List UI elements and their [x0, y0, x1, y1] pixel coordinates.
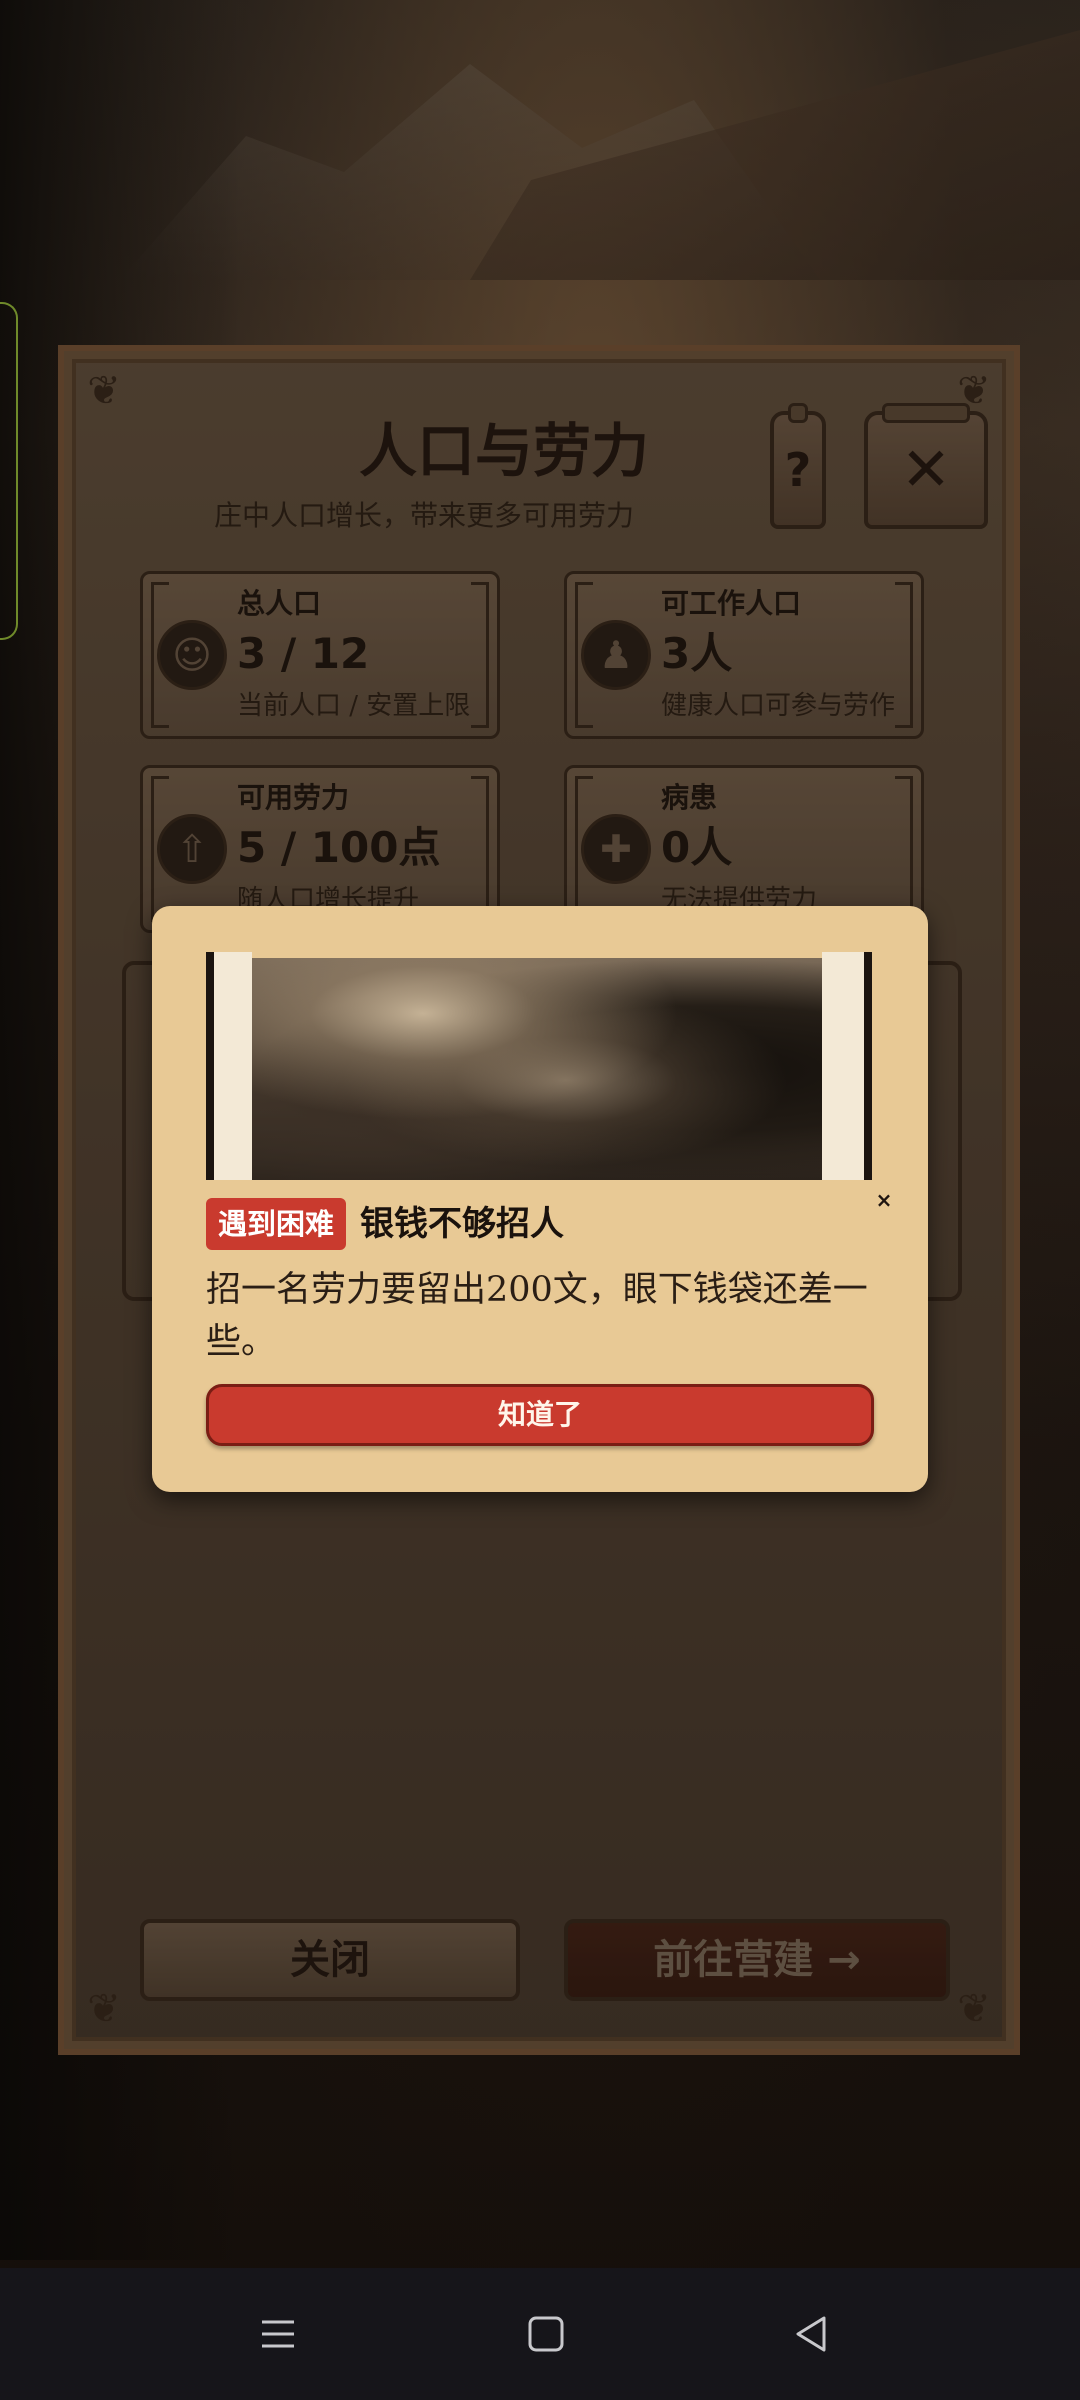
trouble-dialog: × 遇到困难 银钱不够招人 招一名劳力要留出200文，眼下钱袋还差一些。 知道了 [152, 906, 928, 1492]
trouble-badge: 遇到困难 [206, 1198, 346, 1250]
dialog-title: 银钱不够招人 [360, 1204, 564, 1244]
side-edge-tab[interactable] [0, 302, 18, 640]
scroll-paper [214, 952, 252, 1180]
scroll-rod [864, 952, 872, 1180]
back-icon[interactable] [792, 2314, 832, 2354]
dialog-message: 招一名劳力要留出200文，眼下钱袋还差一些。 [206, 1270, 868, 1362]
scroll-paper [822, 952, 864, 1180]
scroll-rod [206, 952, 214, 1180]
acknowledge-button[interactable]: 知道了 [206, 1384, 874, 1446]
system-navigation-bar [0, 2268, 1080, 2400]
scroll-painting [206, 952, 872, 1180]
landscape-painting [252, 958, 822, 1180]
menu-icon[interactable] [258, 2314, 298, 2354]
home-icon[interactable] [526, 2314, 566, 2354]
dialog-close-icon[interactable]: × [872, 1188, 896, 1212]
